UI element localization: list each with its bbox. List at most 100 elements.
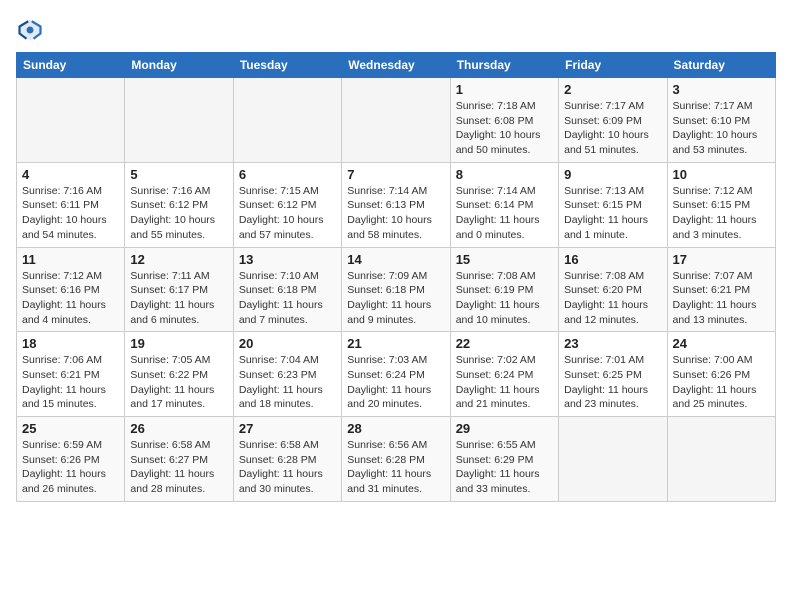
day-detail: Sunrise: 7:05 AM Sunset: 6:22 PM Dayligh… (130, 353, 227, 412)
calendar-cell (342, 78, 450, 163)
calendar-cell (667, 417, 775, 502)
day-detail: Sunrise: 7:14 AM Sunset: 6:14 PM Dayligh… (456, 184, 553, 243)
calendar-cell: 12 Sunrise: 7:11 AM Sunset: 6:17 PM Dayli… (125, 247, 233, 332)
calendar-cell: 24 Sunrise: 7:00 AM Sunset: 6:26 PM Dayli… (667, 332, 775, 417)
day-number: 4 (22, 167, 119, 182)
calendar-cell: 19 Sunrise: 7:05 AM Sunset: 6:22 PM Dayli… (125, 332, 233, 417)
day-detail: Sunrise: 7:12 AM Sunset: 6:15 PM Dayligh… (673, 184, 770, 243)
calendar-cell: 3 Sunrise: 7:17 AM Sunset: 6:10 PM Daylig… (667, 78, 775, 163)
calendar-table: SundayMondayTuesdayWednesdayThursdayFrid… (16, 52, 776, 502)
day-number: 16 (564, 252, 661, 267)
header-day-friday: Friday (559, 53, 667, 78)
day-detail: Sunrise: 6:59 AM Sunset: 6:26 PM Dayligh… (22, 438, 119, 497)
calendar-cell: 29 Sunrise: 6:55 AM Sunset: 6:29 PM Dayli… (450, 417, 558, 502)
day-detail: Sunrise: 7:02 AM Sunset: 6:24 PM Dayligh… (456, 353, 553, 412)
day-detail: Sunrise: 7:13 AM Sunset: 6:15 PM Dayligh… (564, 184, 661, 243)
header-day-saturday: Saturday (667, 53, 775, 78)
header (16, 16, 776, 44)
day-detail: Sunrise: 6:58 AM Sunset: 6:27 PM Dayligh… (130, 438, 227, 497)
header-day-sunday: Sunday (17, 53, 125, 78)
day-number: 18 (22, 336, 119, 351)
calendar-cell: 26 Sunrise: 6:58 AM Sunset: 6:27 PM Dayli… (125, 417, 233, 502)
calendar-cell: 27Sunrise: 6:58 AM Sunset: 6:28 PM Dayli… (233, 417, 341, 502)
day-detail: Sunrise: 7:12 AM Sunset: 6:16 PM Dayligh… (22, 269, 119, 328)
calendar-cell: 13Sunrise: 7:10 AM Sunset: 6:18 PM Dayli… (233, 247, 341, 332)
day-detail: Sunrise: 7:08 AM Sunset: 6:20 PM Dayligh… (564, 269, 661, 328)
day-number: 10 (673, 167, 770, 182)
day-number: 21 (347, 336, 444, 351)
day-number: 15 (456, 252, 553, 267)
day-detail: Sunrise: 7:18 AM Sunset: 6:08 PM Dayligh… (456, 99, 553, 158)
day-number: 12 (130, 252, 227, 267)
day-number: 2 (564, 82, 661, 97)
day-number: 3 (673, 82, 770, 97)
day-number: 9 (564, 167, 661, 182)
day-detail: Sunrise: 7:16 AM Sunset: 6:11 PM Dayligh… (22, 184, 119, 243)
day-number: 20 (239, 336, 336, 351)
calendar-cell: 8 Sunrise: 7:14 AM Sunset: 6:14 PM Daylig… (450, 162, 558, 247)
day-detail: Sunrise: 7:08 AM Sunset: 6:19 PM Dayligh… (456, 269, 553, 328)
logo (16, 16, 48, 44)
calendar-cell: 4 Sunrise: 7:16 AM Sunset: 6:11 PM Daylig… (17, 162, 125, 247)
day-detail: Sunrise: 7:17 AM Sunset: 6:10 PM Dayligh… (673, 99, 770, 158)
calendar-cell: 25 Sunrise: 6:59 AM Sunset: 6:26 PM Dayli… (17, 417, 125, 502)
day-detail: Sunrise: 6:55 AM Sunset: 6:29 PM Dayligh… (456, 438, 553, 497)
calendar-cell: 11Sunrise: 7:12 AM Sunset: 6:16 PM Dayli… (17, 247, 125, 332)
header-day-wednesday: Wednesday (342, 53, 450, 78)
day-detail: Sunrise: 7:16 AM Sunset: 6:12 PM Dayligh… (130, 184, 227, 243)
calendar-cell: 21Sunrise: 7:03 AM Sunset: 6:24 PM Dayli… (342, 332, 450, 417)
day-detail: Sunrise: 7:01 AM Sunset: 6:25 PM Dayligh… (564, 353, 661, 412)
day-detail: Sunrise: 7:17 AM Sunset: 6:09 PM Dayligh… (564, 99, 661, 158)
calendar-cell (125, 78, 233, 163)
day-number: 29 (456, 421, 553, 436)
calendar-cell: 9 Sunrise: 7:13 AM Sunset: 6:15 PM Daylig… (559, 162, 667, 247)
day-number: 14 (347, 252, 444, 267)
day-detail: Sunrise: 7:10 AM Sunset: 6:18 PM Dayligh… (239, 269, 336, 328)
day-number: 6 (239, 167, 336, 182)
day-number: 25 (22, 421, 119, 436)
day-detail: Sunrise: 7:04 AM Sunset: 6:23 PM Dayligh… (239, 353, 336, 412)
calendar-cell: 14 Sunrise: 7:09 AM Sunset: 6:18 PM Dayli… (342, 247, 450, 332)
calendar-cell: 20 Sunrise: 7:04 AM Sunset: 6:23 PM Dayli… (233, 332, 341, 417)
day-detail: Sunrise: 6:56 AM Sunset: 6:28 PM Dayligh… (347, 438, 444, 497)
week-row-4: 18 Sunrise: 7:06 AM Sunset: 6:21 PM Dayli… (17, 332, 776, 417)
calendar-cell: 15 Sunrise: 7:08 AM Sunset: 6:19 PM Dayli… (450, 247, 558, 332)
header-day-thursday: Thursday (450, 53, 558, 78)
calendar-cell: 23 Sunrise: 7:01 AM Sunset: 6:25 PM Dayli… (559, 332, 667, 417)
calendar-cell (559, 417, 667, 502)
day-detail: Sunrise: 7:00 AM Sunset: 6:26 PM Dayligh… (673, 353, 770, 412)
calendar-cell: 2 Sunrise: 7:17 AM Sunset: 6:09 PM Daylig… (559, 78, 667, 163)
day-detail: Sunrise: 7:15 AM Sunset: 6:12 PM Dayligh… (239, 184, 336, 243)
header-row: SundayMondayTuesdayWednesdayThursdayFrid… (17, 53, 776, 78)
week-row-1: 1 Sunrise: 7:18 AM Sunset: 6:08 PM Daylig… (17, 78, 776, 163)
day-detail: Sunrise: 7:14 AM Sunset: 6:13 PM Dayligh… (347, 184, 444, 243)
calendar-cell (17, 78, 125, 163)
logo-icon (16, 16, 44, 44)
day-number: 26 (130, 421, 227, 436)
calendar-cell: 7 Sunrise: 7:14 AM Sunset: 6:13 PM Daylig… (342, 162, 450, 247)
day-number: 7 (347, 167, 444, 182)
day-number: 1 (456, 82, 553, 97)
week-row-2: 4 Sunrise: 7:16 AM Sunset: 6:11 PM Daylig… (17, 162, 776, 247)
day-number: 23 (564, 336, 661, 351)
day-detail: Sunrise: 7:11 AM Sunset: 6:17 PM Dayligh… (130, 269, 227, 328)
header-day-monday: Monday (125, 53, 233, 78)
day-detail: Sunrise: 7:09 AM Sunset: 6:18 PM Dayligh… (347, 269, 444, 328)
day-number: 22 (456, 336, 553, 351)
calendar-cell: 22 Sunrise: 7:02 AM Sunset: 6:24 PM Dayli… (450, 332, 558, 417)
calendar-cell: 28Sunrise: 6:56 AM Sunset: 6:28 PM Dayli… (342, 417, 450, 502)
calendar-cell: 17 Sunrise: 7:07 AM Sunset: 6:21 PM Dayli… (667, 247, 775, 332)
calendar-cell: 5 Sunrise: 7:16 AM Sunset: 6:12 PM Daylig… (125, 162, 233, 247)
calendar-cell: 10 Sunrise: 7:12 AM Sunset: 6:15 PM Dayli… (667, 162, 775, 247)
day-number: 24 (673, 336, 770, 351)
header-day-tuesday: Tuesday (233, 53, 341, 78)
day-number: 17 (673, 252, 770, 267)
day-detail: Sunrise: 7:06 AM Sunset: 6:21 PM Dayligh… (22, 353, 119, 412)
day-number: 19 (130, 336, 227, 351)
day-number: 8 (456, 167, 553, 182)
calendar-cell: 1 Sunrise: 7:18 AM Sunset: 6:08 PM Daylig… (450, 78, 558, 163)
calendar-cell: 6 Sunrise: 7:15 AM Sunset: 6:12 PM Daylig… (233, 162, 341, 247)
calendar-cell: 16 Sunrise: 7:08 AM Sunset: 6:20 PM Dayli… (559, 247, 667, 332)
day-number: 5 (130, 167, 227, 182)
day-detail: Sunrise: 7:07 AM Sunset: 6:21 PM Dayligh… (673, 269, 770, 328)
